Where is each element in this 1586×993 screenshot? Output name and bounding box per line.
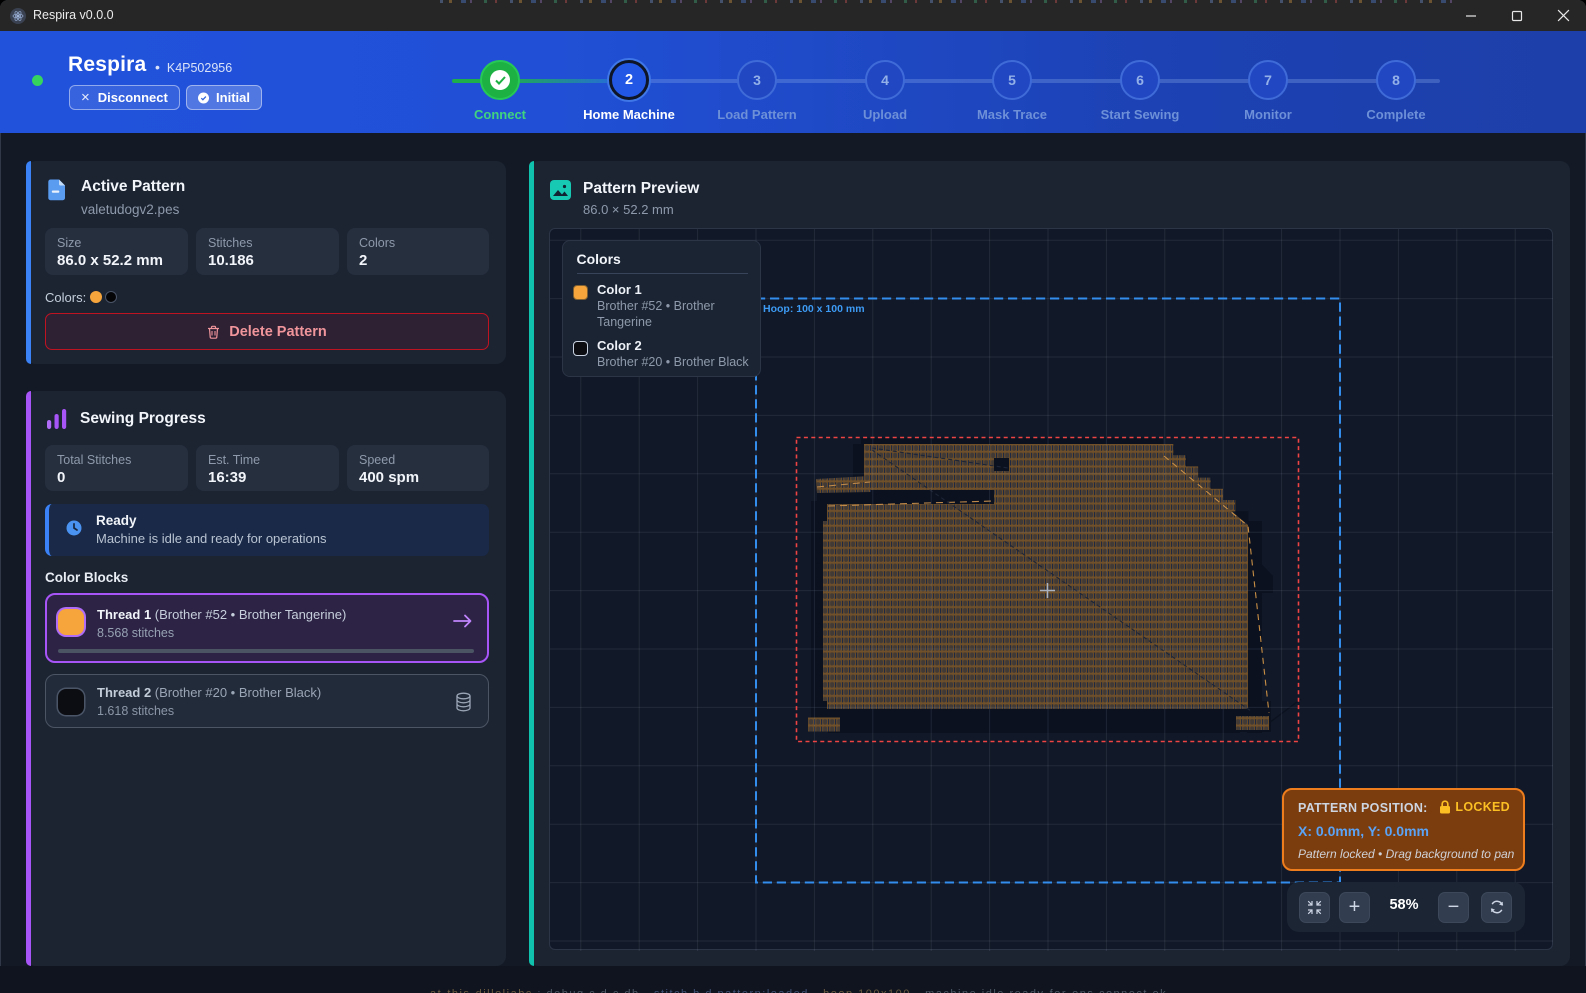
svg-text:Hoop: 100 x 100 mm: Hoop: 100 x 100 mm [763,303,865,315]
